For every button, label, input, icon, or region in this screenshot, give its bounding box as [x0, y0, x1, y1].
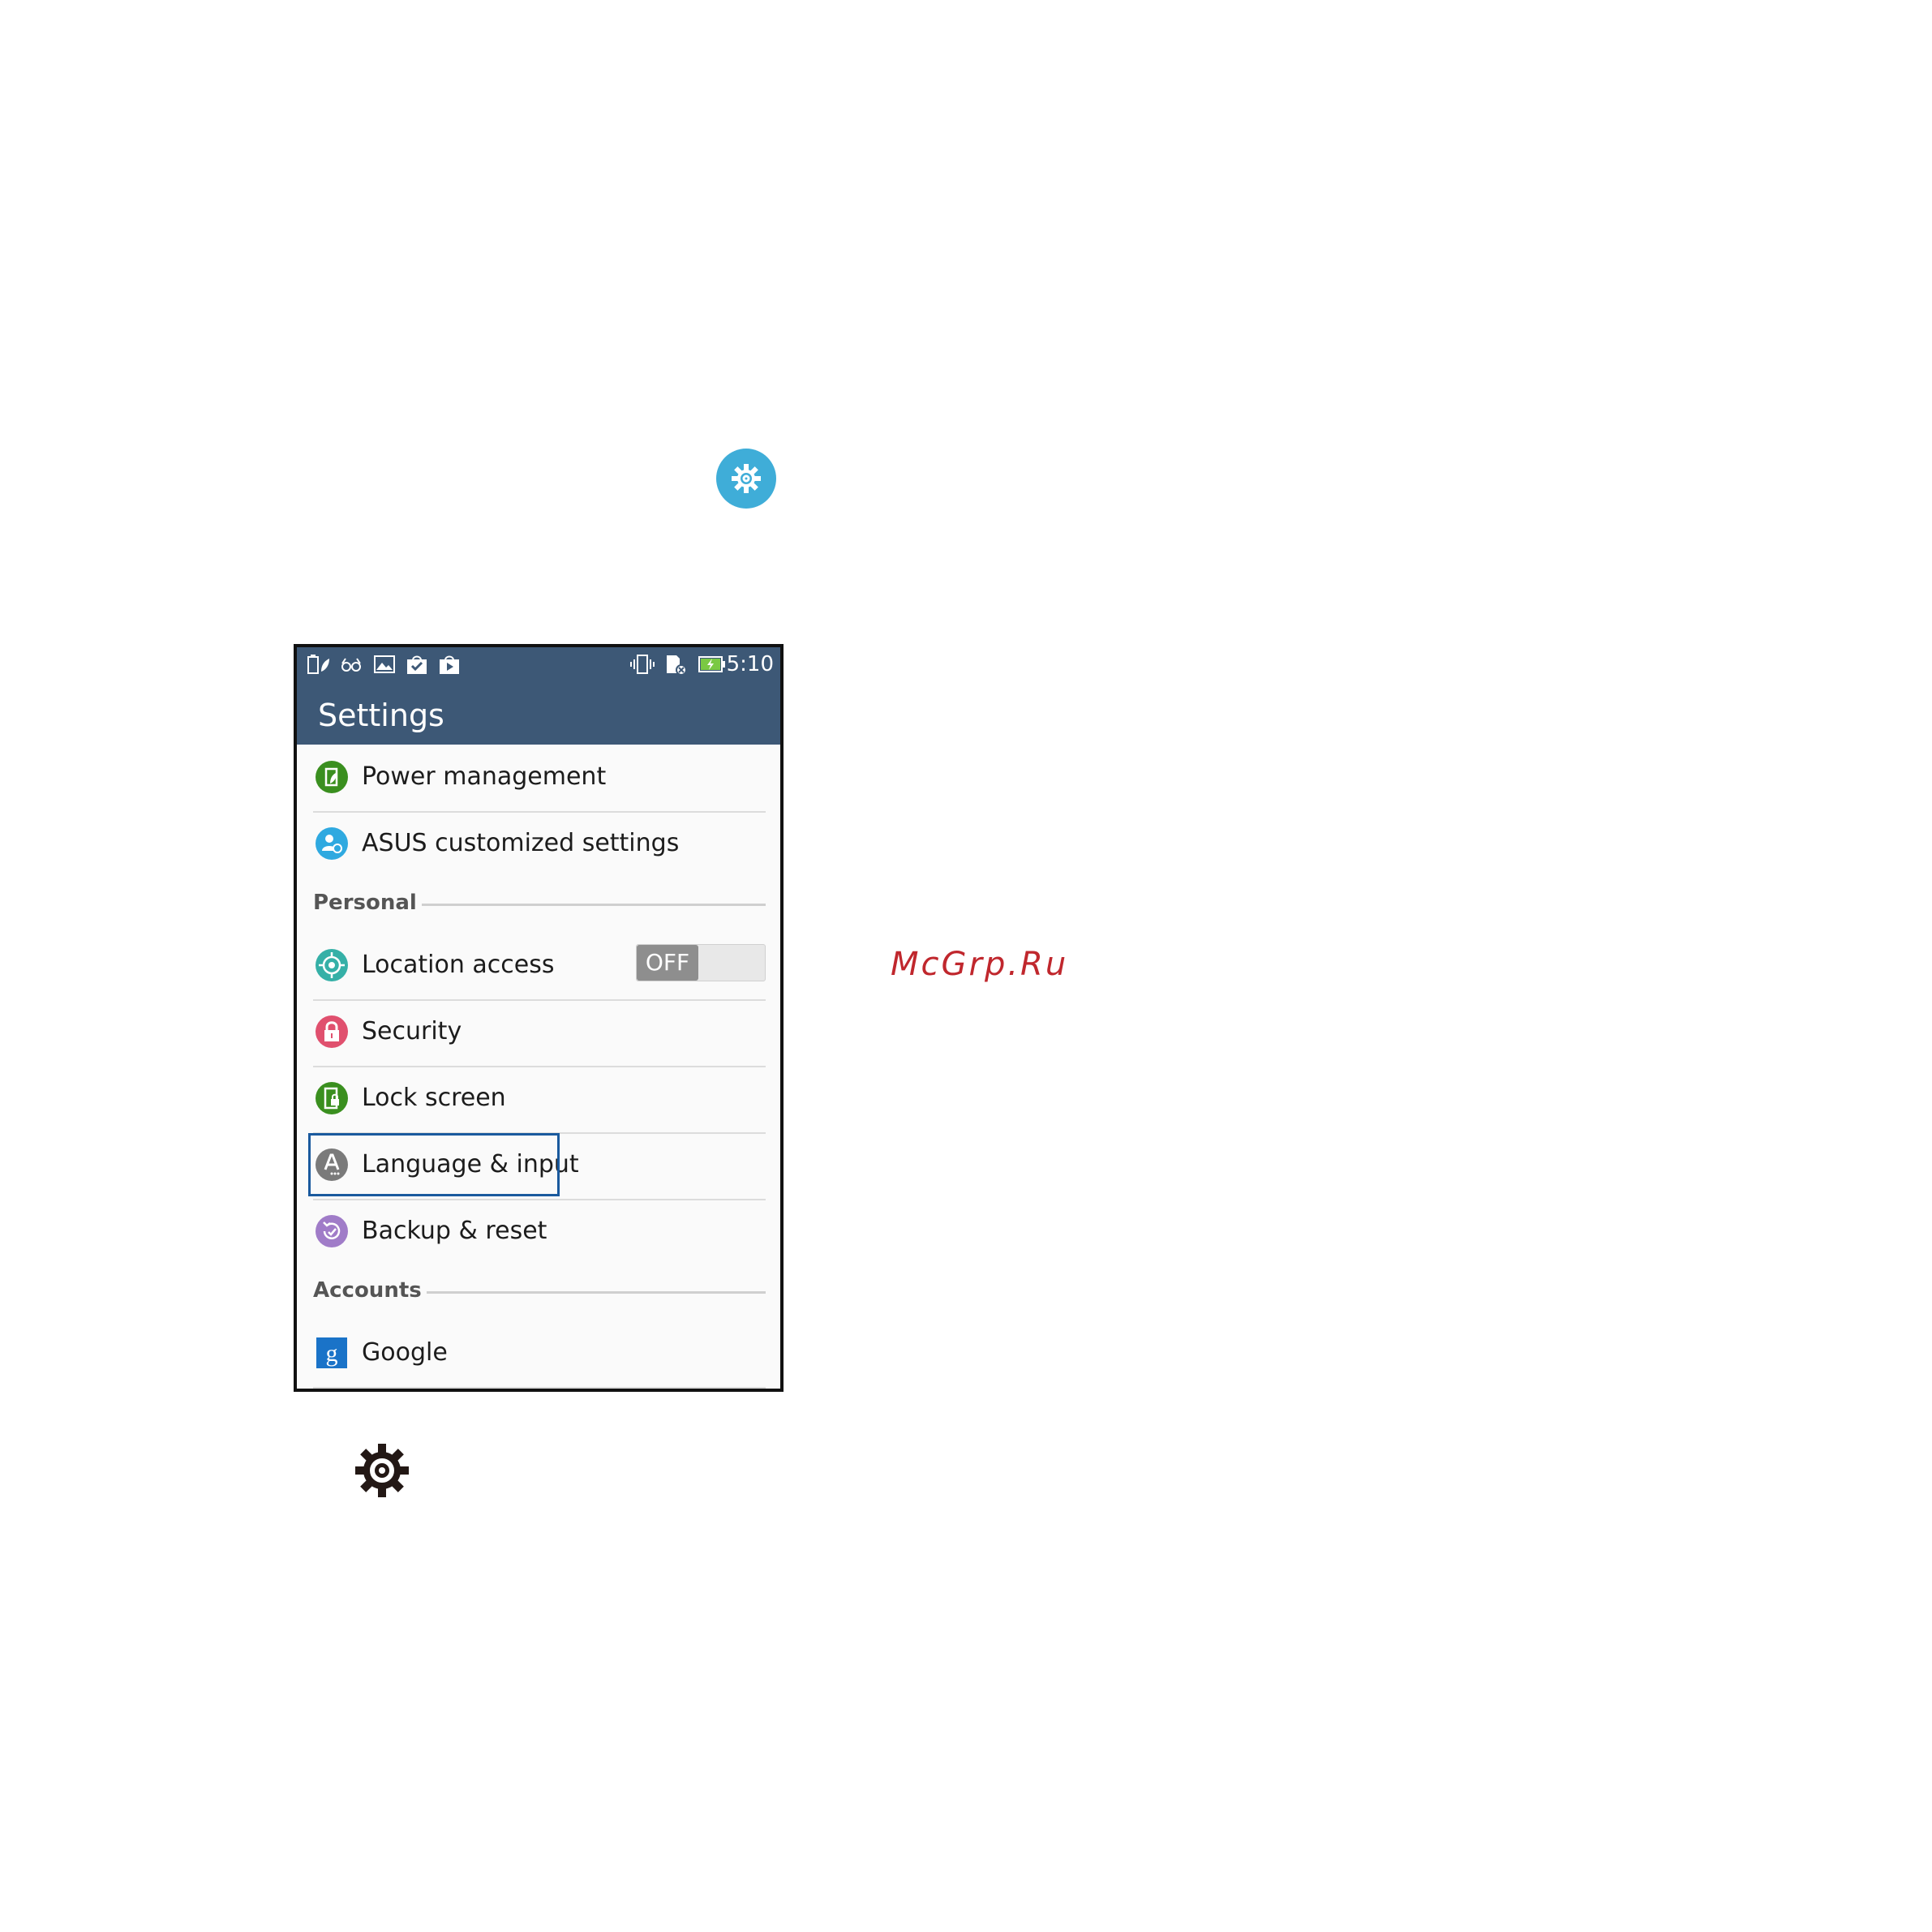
location-icon — [316, 949, 348, 981]
toggle-state: OFF — [637, 945, 698, 981]
setting-item-label: ASUS customized settings — [362, 829, 680, 857]
lock-screen-icon — [316, 1082, 348, 1114]
location-toggle[interactable]: OFF — [636, 944, 766, 981]
glasses-icon — [341, 658, 361, 672]
gear-icon — [732, 464, 761, 493]
shopping-bag-check-icon — [407, 655, 427, 674]
settings-app-icon — [716, 449, 776, 509]
app-bar: Settings — [297, 681, 780, 745]
play-store-icon — [440, 655, 459, 674]
svg-text:g: g — [326, 1340, 338, 1367]
section-title: Accounts — [313, 1278, 427, 1303]
lock-icon — [316, 1015, 348, 1048]
setting-item-security[interactable]: Security — [297, 999, 780, 1066]
phone-screenshot: 5:10 Settings Power management ASUS cust… — [294, 644, 784, 1392]
setting-item-label: Power management — [362, 762, 607, 791]
setting-item-label: Location access — [362, 951, 555, 979]
backup-icon — [316, 1215, 348, 1247]
section-title: Personal — [313, 891, 422, 915]
section-header-personal: Personal — [313, 887, 766, 920]
battery-leaf-icon — [307, 655, 329, 674]
setting-item-google[interactable]: g Google — [297, 1320, 780, 1387]
setting-item-backup-reset[interactable]: Backup & reset — [297, 1199, 780, 1265]
status-bar: 5:10 — [297, 647, 780, 681]
setting-item-power-management[interactable]: Power management — [297, 745, 780, 811]
status-time: 5:10 — [726, 652, 774, 676]
setting-item-location-access[interactable]: Location access OFF — [297, 933, 780, 999]
setting-item-label: Google — [362, 1338, 448, 1367]
setting-item-label: Lock screen — [362, 1084, 506, 1112]
setting-item-label: Security — [362, 1017, 462, 1045]
page-title: Settings — [318, 698, 444, 733]
asus-settings-icon — [316, 827, 348, 860]
watermark: McGrp.Ru — [891, 946, 1069, 983]
vibrate-icon — [630, 655, 655, 674]
google-icon: g — [316, 1337, 347, 1368]
sd-card-icon — [667, 655, 687, 676]
setting-item-asus-customized[interactable]: ASUS customized settings — [297, 811, 780, 878]
gear-icon — [355, 1444, 409, 1497]
image-icon — [374, 655, 395, 673]
power-management-icon — [316, 761, 348, 793]
setting-item-label: Backup & reset — [362, 1217, 547, 1245]
divider — [313, 1387, 766, 1389]
setting-item-lock-screen[interactable]: Lock screen — [297, 1066, 780, 1132]
selection-highlight — [308, 1133, 560, 1196]
section-header-accounts: Accounts — [313, 1275, 766, 1307]
battery-charging-icon — [698, 656, 725, 672]
